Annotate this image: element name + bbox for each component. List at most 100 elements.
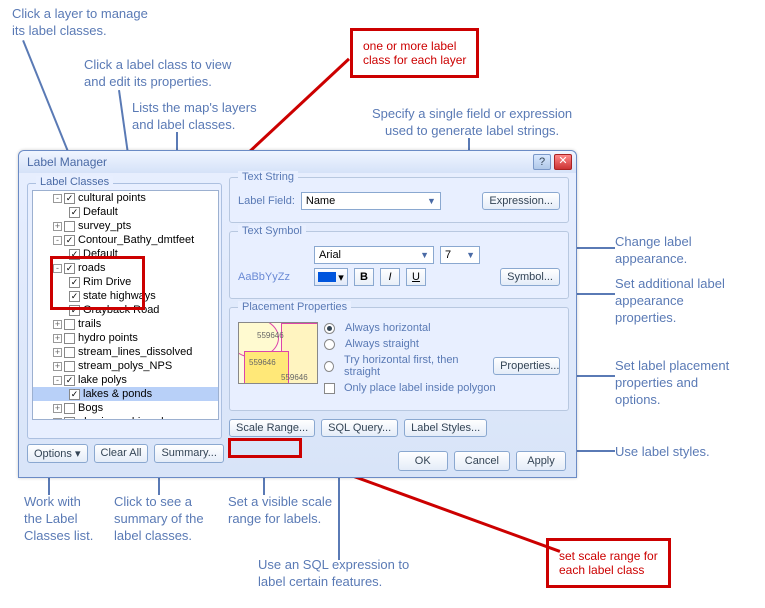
leader-6 xyxy=(575,293,615,295)
checkbox[interactable] xyxy=(64,333,75,344)
checkbox[interactable]: ✓ xyxy=(64,375,75,386)
tree-row[interactable]: +Bogs xyxy=(33,401,218,415)
sql-query-button[interactable]: SQL Query... xyxy=(321,419,398,437)
tree-item-label: trails xyxy=(78,318,101,330)
scale-range-button[interactable]: Scale Range... xyxy=(229,419,315,437)
checkbox[interactable] xyxy=(64,347,75,358)
checkbox[interactable]: ✓ xyxy=(69,249,80,260)
font-select[interactable]: Arial ▼ xyxy=(314,246,434,264)
ok-button[interactable]: OK xyxy=(398,451,448,471)
tree-item-label: stream_lines_dissolved xyxy=(78,346,192,358)
expand-icon[interactable]: + xyxy=(53,334,62,343)
checkbox[interactable]: ✓ xyxy=(69,305,80,316)
collapse-icon[interactable]: - xyxy=(53,264,62,273)
tree-row[interactable]: + survey_pts xyxy=(33,219,218,233)
checkbox[interactable]: ✓ xyxy=(64,193,75,204)
dialog-title: Label Manager xyxy=(27,155,533,169)
expand-icon[interactable]: + xyxy=(53,222,62,231)
chevron-down-icon: ▼ xyxy=(466,250,475,260)
collapse-icon[interactable]: - xyxy=(53,194,62,203)
clear-all-button[interactable]: Clear All xyxy=(94,444,149,463)
tree-item-label: survey_pts xyxy=(78,220,131,232)
font-value: Arial xyxy=(319,249,341,261)
check-label: Only place label inside polygon xyxy=(344,382,496,394)
radio-label: Try horizontal first, then straight xyxy=(344,354,481,378)
tree-row[interactable]: + trails xyxy=(33,317,218,331)
options-button[interactable]: Options ▾ xyxy=(27,444,88,463)
tree-row[interactable]: + physiographic polys xyxy=(33,415,218,420)
tree-row[interactable]: +stream_polys_NPS xyxy=(33,359,218,373)
tree-row[interactable]: ✓Rim Drive xyxy=(33,275,218,289)
chevron-down-icon: ▼ xyxy=(420,250,429,260)
checkbox[interactable]: ✓ xyxy=(69,207,80,218)
symbol-button[interactable]: Symbol... xyxy=(500,268,560,286)
tree-row[interactable]: ✓Default xyxy=(33,247,218,261)
checkbox[interactable] xyxy=(64,417,75,421)
checkbox[interactable]: ✓ xyxy=(64,263,75,274)
checkbox[interactable]: ✓ xyxy=(69,291,80,302)
expression-button[interactable]: Expression... xyxy=(482,192,560,210)
text-string-label: Text String xyxy=(238,171,298,183)
bold-button[interactable]: B xyxy=(354,268,374,286)
tree-row[interactable]: -✓roads xyxy=(33,261,218,275)
cancel-button[interactable]: Cancel xyxy=(454,451,510,471)
properties-button[interactable]: Properties... xyxy=(493,357,560,375)
radio-always-straight[interactable] xyxy=(324,339,335,350)
expand-icon[interactable]: + xyxy=(53,348,62,357)
callout-label-class-per-layer: one or more label class for each layer xyxy=(350,28,479,78)
tree-row[interactable]: ✓lakes & ponds xyxy=(33,387,218,401)
color-swatch xyxy=(318,272,336,282)
tree-row[interactable]: -✓lake polys xyxy=(33,373,218,387)
expand-icon[interactable]: + xyxy=(53,320,62,329)
label-classes-panel: Label Classes -✓cultural points✓Default+… xyxy=(27,183,222,439)
expand-icon[interactable]: + xyxy=(53,362,62,371)
checkbox[interactable]: ✓ xyxy=(64,235,75,246)
right-properties-area: Text String Label Field: Name ▼ Expressi… xyxy=(229,177,569,437)
radio-horizontal-first[interactable] xyxy=(324,361,334,372)
close-button[interactable]: ✕ xyxy=(554,154,572,170)
check-inside-polygon[interactable] xyxy=(324,383,335,394)
checkbox[interactable]: ✓ xyxy=(69,389,80,400)
italic-button[interactable]: I xyxy=(380,268,400,286)
checkbox[interactable] xyxy=(64,403,75,414)
expand-icon[interactable]: + xyxy=(53,404,62,413)
titlebar: Label Manager ? ✕ xyxy=(19,151,576,173)
tree-item-label: Contour_Bathy_dmtfeet xyxy=(78,234,194,246)
label-field-label: Label Field: xyxy=(238,195,295,207)
radio-always-horizontal[interactable] xyxy=(324,323,335,334)
tree-item-label: state highways xyxy=(83,290,156,302)
annotation-labelclass-edit: Click a label class to view and edit its… xyxy=(84,57,231,91)
annotation-label-styles: Use label styles. xyxy=(615,444,710,461)
tree-row[interactable]: -✓Contour_Bathy_dmtfeet xyxy=(33,233,218,247)
collapse-icon[interactable]: - xyxy=(53,376,62,385)
tree-row[interactable]: ✓state highways xyxy=(33,289,218,303)
summary-button[interactable]: Summary... xyxy=(154,444,223,463)
tree-item-label: roads xyxy=(78,262,106,274)
label-manager-dialog: Label Manager ? ✕ Label Classes -✓cultur… xyxy=(18,150,577,478)
tree-row[interactable]: + hydro points xyxy=(33,331,218,345)
tree-row[interactable]: ✓Default xyxy=(33,205,218,219)
tree-row[interactable]: ✓Grayback Road xyxy=(33,303,218,317)
collapse-icon[interactable]: - xyxy=(53,236,62,245)
checkbox[interactable] xyxy=(64,361,75,372)
annotation-options: Work with the Label Classes list. xyxy=(24,494,93,545)
tree-item-label: hydro points xyxy=(78,332,138,344)
size-select[interactable]: 7 ▼ xyxy=(440,246,480,264)
thumb-label: 559646 xyxy=(257,331,284,340)
checkbox[interactable] xyxy=(64,221,75,232)
label-styles-button[interactable]: Label Styles... xyxy=(404,419,487,437)
checkbox[interactable]: ✓ xyxy=(69,277,80,288)
color-button[interactable]: ▾ xyxy=(314,268,348,286)
expand-icon[interactable]: + xyxy=(53,418,62,421)
apply-button[interactable]: Apply xyxy=(516,451,566,471)
text-symbol-label: Text Symbol xyxy=(238,225,306,237)
help-button[interactable]: ? xyxy=(533,154,551,170)
checkbox[interactable] xyxy=(64,319,75,330)
tree-row[interactable]: -✓cultural points xyxy=(33,191,218,205)
tree-item-label: physiographic polys xyxy=(78,416,175,420)
label-field-value: Name xyxy=(306,195,335,207)
label-classes-tree[interactable]: -✓cultural points✓Default+survey_pts-✓Co… xyxy=(32,190,219,420)
tree-row[interactable]: + stream_lines_dissolved xyxy=(33,345,218,359)
underline-button[interactable]: U xyxy=(406,268,426,286)
label-field-select[interactable]: Name ▼ xyxy=(301,192,441,210)
